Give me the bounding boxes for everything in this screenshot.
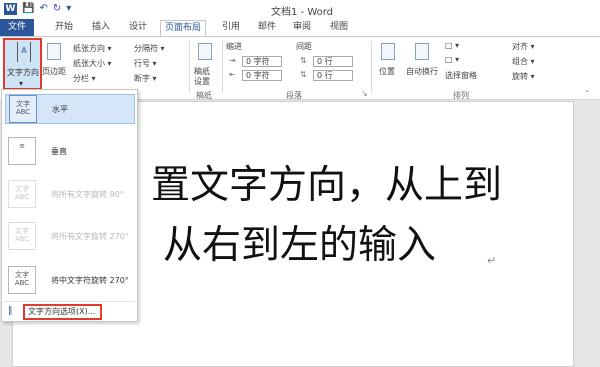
menu-item-rotate-cjk-270[interactable]: 文字 ABC 将中文字符旋转 270° [5, 266, 135, 296]
redo-icon[interactable]: ↻ [53, 3, 61, 15]
menu-separator [4, 301, 135, 302]
hyphenation-button[interactable]: 断字 ▾ [134, 73, 157, 84]
paragraph-group-label: 段落 [286, 91, 302, 100]
group-button[interactable]: 组合 ▾ [512, 56, 535, 67]
selection-pane-button[interactable]: 选择窗格 [445, 70, 477, 81]
text-direction-icon: A [17, 42, 31, 62]
title-bar: W 💾 ↶ ↻ ▾ 文档1 - Word [0, 0, 600, 19]
send-backward-button[interactable]: □ ▾ [445, 55, 459, 64]
menu-item-label: 垂直 [51, 147, 67, 156]
menu-item-label: 将中文字符旋转 270° [51, 276, 129, 285]
horizontal-text-icon: 文字 ABC [9, 95, 37, 123]
collapse-ribbon-icon[interactable]: ⌃ [584, 89, 591, 98]
margins-button[interactable]: 页边距 [42, 66, 66, 77]
rotate-270-icon: 文字 ABC [8, 222, 36, 250]
text-direction-options-item[interactable]: ‖ 文字方向选项(X)... [4, 304, 136, 320]
menu-item-rotate-90: 文字 ABC 将所有文字旋转 90° [5, 180, 135, 210]
menu-item-rotate-270: 文字 ABC 将所有文字旋转 270° [5, 222, 135, 252]
spacing-after-input[interactable]: 0 行 [313, 70, 353, 81]
menu-item-label: 将所有文字旋转 270° [51, 232, 129, 241]
bring-forward-button[interactable]: □ ▾ [445, 41, 459, 50]
text-direction-options-icon: ‖ [8, 306, 13, 316]
window-title: 文档1 - Word [271, 7, 334, 18]
text-direction-button[interactable]: A 文字方向 ▾ [3, 38, 42, 90]
chevron-down-icon: ▾ [19, 79, 24, 88]
spacing-before-input[interactable]: 0 行 [313, 56, 353, 67]
rotate-cjk-270-icon: 文字 ABC [8, 266, 36, 294]
tab-insert[interactable]: 插入 [88, 20, 114, 36]
save-icon[interactable]: 💾 [22, 3, 34, 15]
tab-references[interactable]: 引用 [218, 20, 244, 36]
margins-icon [47, 43, 61, 60]
word-app-icon: W [4, 3, 17, 15]
paragraph-launcher-icon[interactable]: ↘ [361, 89, 368, 98]
draft-group-label: 稿纸 [196, 91, 212, 100]
columns-button[interactable]: 分栏 ▾ [73, 73, 96, 84]
orientation-button[interactable]: 纸张方向 ▾ [73, 43, 112, 54]
text-direction-menu: 文字 ABC 水平 ≡ 垂直 文字 ABC 将所有文字旋转 90° 文字 ABC… [1, 89, 138, 322]
position-icon [381, 43, 395, 60]
rotate-90-icon: 文字 ABC [8, 180, 36, 208]
paragraph-mark: ↵ [487, 254, 497, 267]
tab-home[interactable]: 开始 [51, 20, 77, 36]
tab-mailings[interactable]: 邮件 [254, 20, 280, 36]
rotate-button[interactable]: 旋转 ▾ [512, 71, 535, 82]
document-line-1: 置文字方向，从上到 [151, 163, 503, 208]
tab-design[interactable]: 设计 [125, 20, 151, 36]
menu-item-horizontal[interactable]: 文字 ABC 水平 [5, 94, 135, 124]
align-button[interactable]: 对齐 ▾ [512, 41, 535, 52]
position-button[interactable]: 位置 [379, 66, 395, 77]
wrap-text-button[interactable]: 自动换行 [406, 66, 438, 77]
text-direction-options-label: 文字方向选项(X)... [23, 304, 102, 320]
draft-paper-icon [198, 43, 212, 60]
line-numbers-button[interactable]: 行号 ▾ [134, 58, 157, 69]
menu-item-label: 将所有文字旋转 90° [51, 190, 124, 199]
indent-left-icon: ⇥ [229, 56, 236, 65]
spacing-after-icon: ⇅ [300, 70, 307, 79]
text-direction-label: 文字方向 [7, 68, 39, 77]
menu-item-label: 水平 [52, 105, 68, 114]
vertical-text-icon: ≡ [8, 137, 36, 165]
ribbon-tabs: 文件 开始 插入 设计 页面布局 引用 邮件 审阅 视图 [0, 19, 600, 36]
draft-paper-button-line2[interactable]: 设置 [194, 76, 210, 87]
tab-file[interactable]: 文件 [0, 19, 34, 36]
spacing-before-icon: ⇅ [300, 56, 307, 65]
group-separator [189, 41, 190, 93]
wrap-text-icon [415, 43, 429, 60]
arrange-group-label: 排列 [453, 91, 469, 100]
indent-header: 缩进 [226, 42, 242, 51]
group-separator [371, 41, 372, 93]
customize-qat-icon[interactable]: ▾ [66, 3, 71, 15]
tab-review[interactable]: 审阅 [289, 20, 315, 36]
group-separator [222, 41, 223, 93]
size-button[interactable]: 纸张大小 ▾ [73, 58, 112, 69]
tab-page-layout[interactable]: 页面布局 [160, 20, 207, 36]
indent-left-input[interactable]: 0 字符 [242, 56, 282, 67]
menu-item-vertical[interactable]: ≡ 垂直 [5, 137, 135, 167]
indent-right-icon: ⇤ [229, 70, 236, 79]
tab-view[interactable]: 视图 [326, 20, 352, 36]
quick-access-toolbar: W 💾 ↶ ↻ ▾ [4, 3, 71, 15]
indent-right-input[interactable]: 0 字符 [242, 70, 282, 81]
document-line-2: 从右到左的输入 [163, 223, 437, 268]
undo-icon[interactable]: ↶ [39, 3, 47, 15]
spacing-header: 间距 [296, 42, 312, 51]
breaks-button[interactable]: 分隔符 ▾ [134, 43, 165, 54]
